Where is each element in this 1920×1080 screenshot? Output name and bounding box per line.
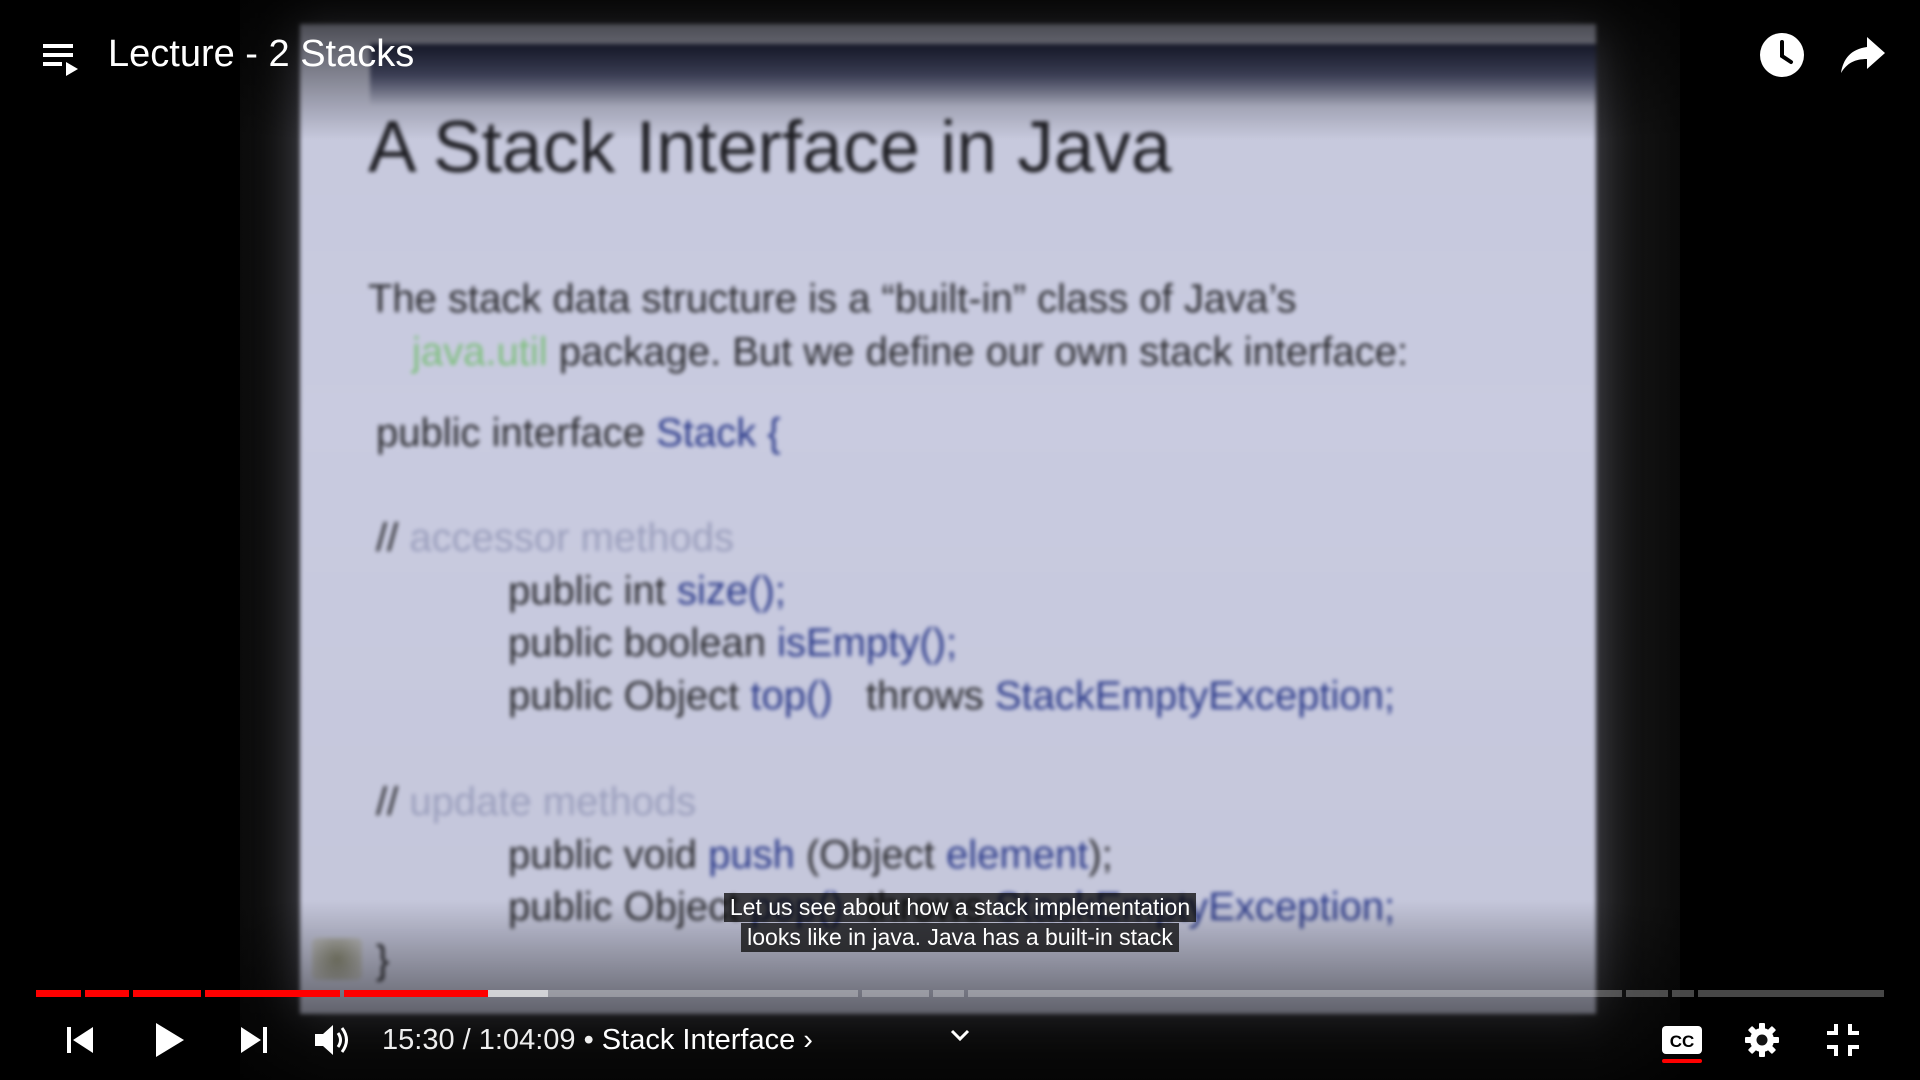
code-identifier: element bbox=[946, 833, 1089, 877]
chapter-segment[interactable] bbox=[1698, 990, 1884, 997]
slide-intro-line-2: java.util package. But we define our own… bbox=[412, 330, 1408, 375]
playlist-icon[interactable] bbox=[38, 36, 82, 80]
code-keyword: (Object bbox=[794, 833, 947, 877]
code-identifier: isEmpty(); bbox=[777, 621, 958, 665]
code-keyword: public interface bbox=[376, 411, 657, 455]
code-identifier: Stack { bbox=[656, 411, 781, 455]
played-bar bbox=[133, 990, 201, 997]
settings-icon[interactable] bbox=[1740, 1018, 1784, 1062]
slide-declaration: public interface Stack { bbox=[376, 411, 781, 456]
chapter-segment[interactable] bbox=[1672, 990, 1694, 997]
slide-package-name: java.util bbox=[412, 330, 548, 374]
watch-later-icon[interactable] bbox=[1758, 31, 1806, 79]
current-time: 15:30 bbox=[382, 1024, 455, 1056]
code-identifier: StackEmptyException; bbox=[994, 674, 1396, 718]
slide-method-size: public int size(); bbox=[508, 569, 786, 614]
lecture-slide: A Stack Interface in Java The stack data… bbox=[300, 24, 1596, 1014]
chapter-bullet: • bbox=[575, 1024, 602, 1056]
code-keyword: public Object bbox=[508, 674, 751, 718]
chapter-segment[interactable] bbox=[862, 990, 929, 997]
next-icon[interactable] bbox=[232, 1018, 276, 1062]
caption-line-1: Let us see about how a stack implementat… bbox=[723, 893, 1197, 922]
duration: 1:04:09 bbox=[478, 1024, 576, 1056]
exit-fullscreen-icon[interactable] bbox=[1820, 1018, 1866, 1062]
code-comment-text: accessor methods bbox=[398, 516, 734, 560]
code-identifier: size(); bbox=[676, 569, 786, 613]
chapter-title-button[interactable]: Stack Interface › bbox=[602, 1024, 813, 1056]
slide-intro-text: package. But we define our own stack int… bbox=[547, 330, 1409, 374]
slide-method-push: public void push (Object element); bbox=[508, 833, 1113, 878]
video-title[interactable]: Lecture - 2 Stacks bbox=[108, 30, 414, 78]
captions-active-indicator bbox=[1662, 1059, 1702, 1063]
buffered-bar bbox=[488, 990, 548, 997]
slide-method-top: public Object top() throws StackEmptyExc… bbox=[508, 674, 1395, 719]
play-icon[interactable] bbox=[144, 1016, 192, 1064]
time-display: 15:30 / 1:04:09 • Stack Interface › bbox=[382, 1020, 813, 1060]
slide-method-isempty: public boolean isEmpty(); bbox=[508, 621, 957, 666]
expand-chapters-icon[interactable] bbox=[942, 1020, 978, 1050]
captions-icon[interactable]: CC bbox=[1658, 1020, 1706, 1060]
code-comment-text: update methods bbox=[398, 780, 697, 824]
played-bar bbox=[36, 990, 81, 997]
code-comment-marker: // bbox=[376, 516, 399, 560]
slide-intro-line-1: The stack data structure is a “built-in”… bbox=[368, 277, 1297, 321]
time-separator: / bbox=[454, 1024, 479, 1056]
progress-bar[interactable] bbox=[36, 990, 1884, 997]
share-icon[interactable] bbox=[1838, 31, 1888, 79]
played-bar bbox=[85, 990, 129, 997]
code-comment-marker: // bbox=[376, 780, 399, 824]
chapter-title: Stack Interface bbox=[601, 1024, 796, 1056]
previous-icon[interactable] bbox=[58, 1018, 102, 1062]
chapter-segment[interactable] bbox=[968, 990, 1622, 997]
code-keyword: public void bbox=[508, 833, 709, 877]
code-identifier: push bbox=[708, 833, 795, 877]
svg-text:CC: CC bbox=[1670, 1032, 1695, 1051]
code-punctuation: ); bbox=[1088, 833, 1113, 877]
chapter-segment[interactable] bbox=[1626, 990, 1668, 997]
chapter-arrow-icon: › bbox=[803, 1024, 813, 1056]
code-keyword: throws bbox=[832, 674, 995, 718]
slide-comment-accessor: // accessor methods bbox=[376, 516, 734, 561]
played-bar bbox=[205, 990, 340, 997]
code-keyword: public int bbox=[508, 569, 677, 613]
code-identifier: top() bbox=[750, 674, 833, 718]
played-bar bbox=[344, 990, 488, 997]
chapter-segment[interactable] bbox=[933, 990, 964, 997]
slide-comment-update: // update methods bbox=[376, 780, 696, 825]
caption-line-2: looks like in java. Java has a built-in … bbox=[741, 923, 1179, 952]
volume-icon[interactable] bbox=[310, 1018, 356, 1062]
code-keyword: public boolean bbox=[508, 621, 778, 665]
captions-window: Let us see about how a stack implementat… bbox=[0, 893, 1920, 952]
